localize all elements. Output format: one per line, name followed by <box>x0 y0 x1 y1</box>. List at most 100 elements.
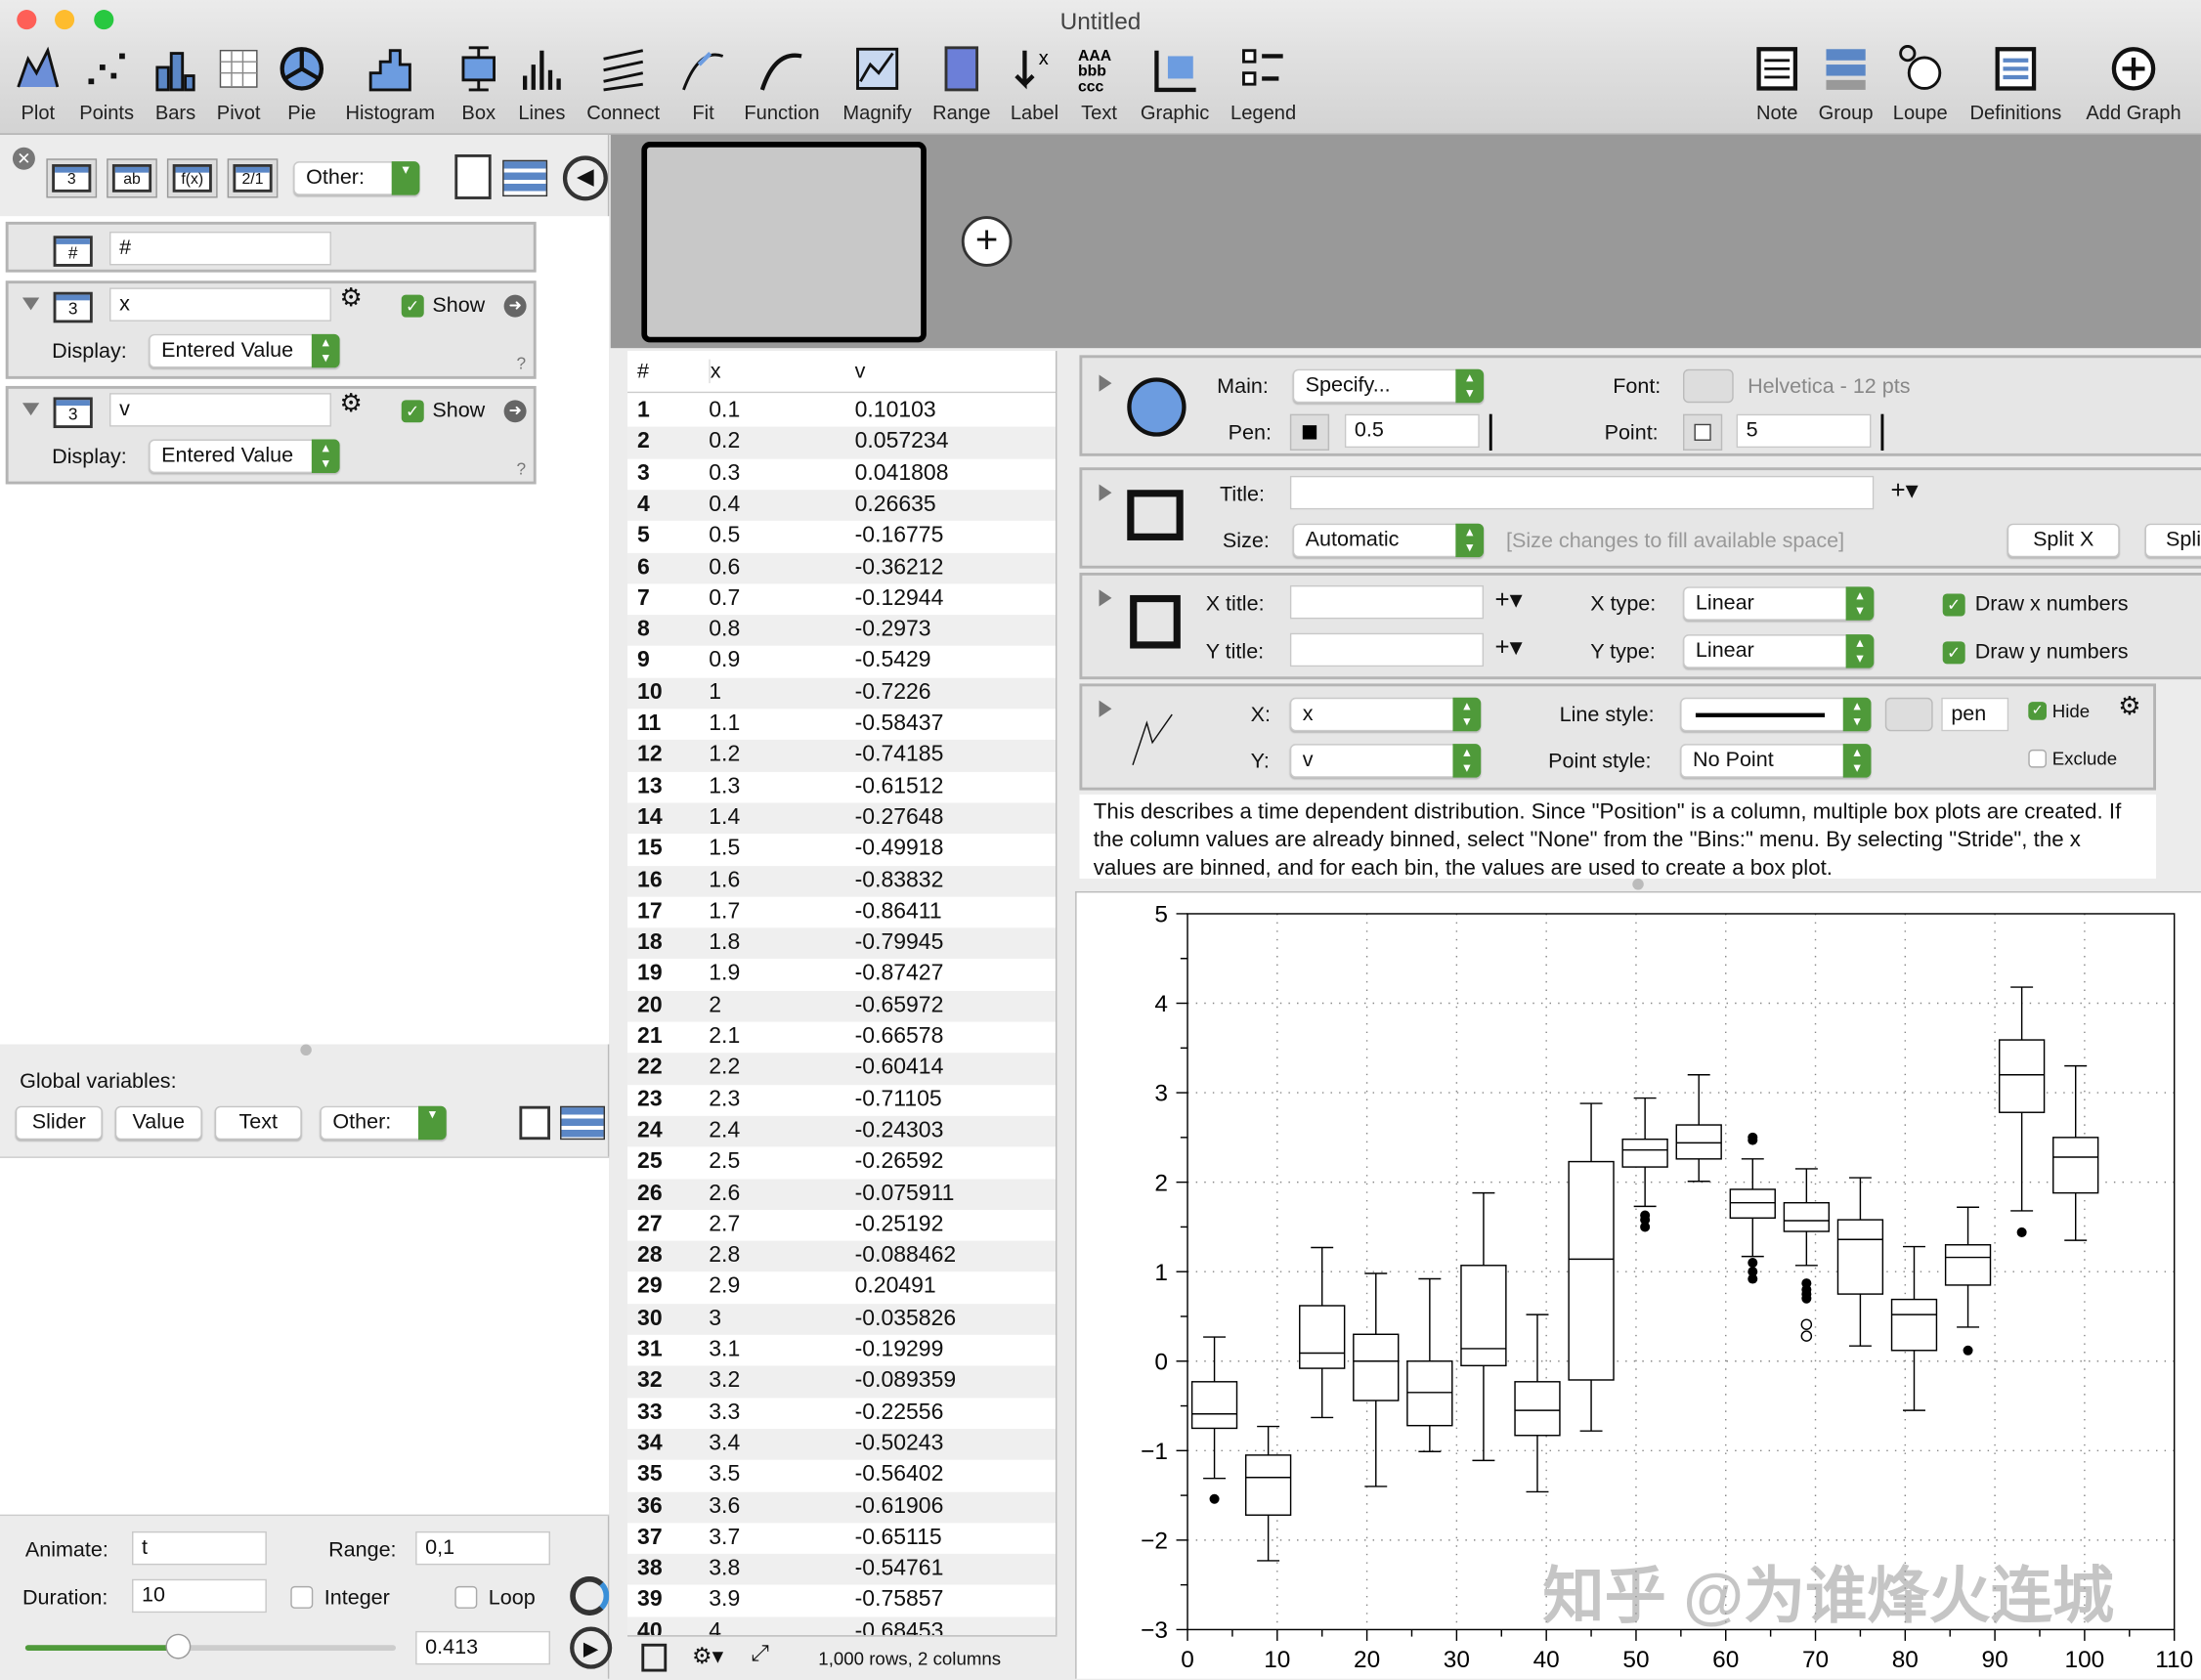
variables-table-icon[interactable] <box>560 1105 606 1141</box>
cell-v[interactable]: -0.36212 <box>855 552 944 583</box>
graph-thumbnail[interactable] <box>641 142 927 343</box>
cell-x[interactable]: 1.3 <box>709 771 740 802</box>
duration-input[interactable]: 10 <box>132 1578 267 1614</box>
cell-v[interactable]: 0.26635 <box>855 490 936 521</box>
insert-title-icon[interactable]: +▾ <box>1891 476 1919 505</box>
cell-x[interactable]: 3.3 <box>709 1398 740 1429</box>
cell-v[interactable]: -0.12944 <box>855 583 944 615</box>
table-row[interactable]: 40 4 -0.68453 <box>626 1616 1057 1636</box>
cell-x[interactable]: 1 <box>709 677 721 709</box>
toolbar-pie-button[interactable]: Pie <box>253 45 352 123</box>
arrow-right-icon[interactable]: ➜ <box>503 294 527 318</box>
table-row[interactable]: 26 2.6 -0.075911 <box>626 1178 1057 1210</box>
expand-triangle-icon[interactable] <box>1099 484 1112 501</box>
cell-v[interactable]: -0.27648 <box>855 802 944 834</box>
table-row[interactable]: 20 2 -0.65972 <box>626 990 1057 1022</box>
cell-v[interactable]: -0.089359 <box>855 1366 956 1398</box>
cell-v[interactable]: -0.65115 <box>855 1523 942 1554</box>
display-dropdown[interactable]: Entered Value ▴ ▾ <box>149 439 340 473</box>
cell-x[interactable]: 4 <box>709 1616 721 1635</box>
cell-x[interactable]: 0.2 <box>709 427 740 458</box>
cell-x[interactable]: 0.7 <box>709 583 740 615</box>
toolbar-add-graph-button[interactable]: Add Graph <box>2085 45 2183 123</box>
cell-x[interactable]: 0.6 <box>709 552 740 583</box>
table-row[interactable]: 35 3.5 -0.56402 <box>627 1460 1056 1491</box>
table-row[interactable]: 36 3.6 -0.61906 <box>626 1490 1057 1523</box>
cell-x[interactable]: 3 <box>709 1304 721 1335</box>
table-row[interactable]: 32 3.2 -0.089359 <box>626 1365 1057 1398</box>
cell-v[interactable]: -0.75857 <box>855 1585 944 1616</box>
cell-v[interactable]: 0.041808 <box>855 458 949 490</box>
cell-v[interactable]: -0.25192 <box>855 1210 944 1241</box>
animation-value-input[interactable]: 0.413 <box>415 1630 550 1665</box>
display-dropdown[interactable]: Entered Value ▴ ▾ <box>149 333 340 368</box>
cell-v[interactable]: -0.49918 <box>855 834 944 865</box>
table-row[interactable]: 23 2.3 -0.71105 <box>627 1085 1056 1116</box>
loop-checkbox[interactable] <box>454 1585 478 1609</box>
new-column-button-3[interactable]: f(x) <box>166 158 218 198</box>
table-row[interactable]: 39 3.9 -0.75857 <box>627 1585 1056 1616</box>
toolbar-legend-button[interactable]: Legend <box>1214 45 1313 123</box>
cell-v[interactable]: -0.87427 <box>855 959 944 990</box>
cell-x[interactable]: 1.4 <box>709 802 740 834</box>
plot-gear-icon[interactable]: ⚙ <box>2118 692 2140 721</box>
table-row[interactable]: 34 3.4 -0.50243 <box>626 1428 1057 1460</box>
cell-v[interactable]: -0.5429 <box>855 646 931 677</box>
cell-x[interactable]: 0.8 <box>709 615 740 646</box>
table-row[interactable]: 19 1.9 -0.87427 <box>627 959 1056 990</box>
table-row[interactable]: 7 0.7 -0.12944 <box>627 583 1056 615</box>
cell-v[interactable]: 0.10103 <box>855 396 936 427</box>
cell-x[interactable]: 1.7 <box>709 896 740 927</box>
column-name-input[interactable]: v <box>109 393 331 427</box>
range-input[interactable]: 0,1 <box>415 1530 550 1566</box>
point-size-slider[interactable] <box>1880 413 1884 452</box>
cell-v[interactable]: -0.58437 <box>855 709 944 740</box>
table-row[interactable]: 10 1 -0.7226 <box>626 677 1057 710</box>
column-gear-icon[interactable]: ⚙ <box>340 283 363 313</box>
cell-v[interactable]: -0.54761 <box>855 1554 944 1585</box>
table-row[interactable]: 16 1.6 -0.83832 <box>626 865 1057 897</box>
table-row[interactable]: 11 1.1 -0.58437 <box>627 709 1056 740</box>
toolbar-graphic-button[interactable]: Graphic <box>1126 45 1225 123</box>
value-button[interactable]: Value <box>114 1105 202 1141</box>
table-row[interactable]: 27 2.7 -0.25192 <box>627 1210 1056 1241</box>
toolbar-definitions-button[interactable]: Definitions <box>1966 45 2065 123</box>
arrow-right-icon[interactable]: ➜ <box>503 400 527 423</box>
split-y-button[interactable]: Split Y <box>2144 523 2201 558</box>
y-title-input[interactable] <box>1289 632 1485 668</box>
hide-checkbox[interactable]: ✓ <box>2028 702 2047 720</box>
table-row[interactable]: 1 0.1 0.10103 <box>627 396 1056 427</box>
table-row[interactable]: 8 0.8 -0.2973 <box>626 615 1057 647</box>
table-gear-icon[interactable]: ⚙▾ <box>692 1642 723 1670</box>
toolbar-function-button[interactable]: Function <box>733 45 832 123</box>
new-column-button-2[interactable]: ab <box>107 158 157 198</box>
column-name-input[interactable]: x <box>109 287 331 322</box>
help-icon[interactable]: ? <box>517 354 527 373</box>
cell-v[interactable]: -0.79945 <box>855 927 944 959</box>
expand-table-icon[interactable]: ⤢ <box>751 1642 768 1667</box>
cell-x[interactable]: 1.1 <box>709 709 740 740</box>
insert-x-title-icon[interactable]: +▾ <box>1495 585 1523 615</box>
cell-x[interactable]: 2.9 <box>709 1272 740 1304</box>
cell-x[interactable]: 2.6 <box>709 1179 740 1210</box>
table-row[interactable]: 28 2.8 -0.088462 <box>626 1240 1057 1272</box>
pen-color-picker[interactable] <box>1289 413 1330 452</box>
expand-triangle-icon[interactable] <box>1099 589 1112 607</box>
table-row[interactable]: 4 0.4 0.26635 <box>626 490 1057 522</box>
cell-v[interactable]: -0.22556 <box>855 1398 944 1429</box>
table-row[interactable]: 12 1.2 -0.74185 <box>626 740 1057 772</box>
toolbar-loupe-button[interactable]: Loupe <box>1871 44 1969 123</box>
table-row[interactable]: 2 0.2 0.057234 <box>626 427 1057 459</box>
table-row[interactable]: 17 1.7 -0.86411 <box>627 896 1056 927</box>
draw-x-numbers-checkbox[interactable]: ✓ <box>1942 593 1965 617</box>
cell-v[interactable]: -0.50243 <box>855 1429 944 1460</box>
cell-v[interactable]: -0.075911 <box>855 1179 955 1210</box>
splitter-handle[interactable] <box>300 1044 312 1056</box>
column-gear-icon[interactable]: ⚙ <box>340 389 363 418</box>
column-name-input[interactable]: # <box>109 231 331 266</box>
cell-x[interactable]: 0.4 <box>709 490 740 521</box>
pen-width-slider[interactable] <box>1489 413 1492 452</box>
new-column-button-1[interactable]: 3 <box>46 158 98 198</box>
pen-width-input[interactable]: 0.5 <box>1344 413 1480 449</box>
point-color-picker[interactable] <box>1683 413 1723 452</box>
